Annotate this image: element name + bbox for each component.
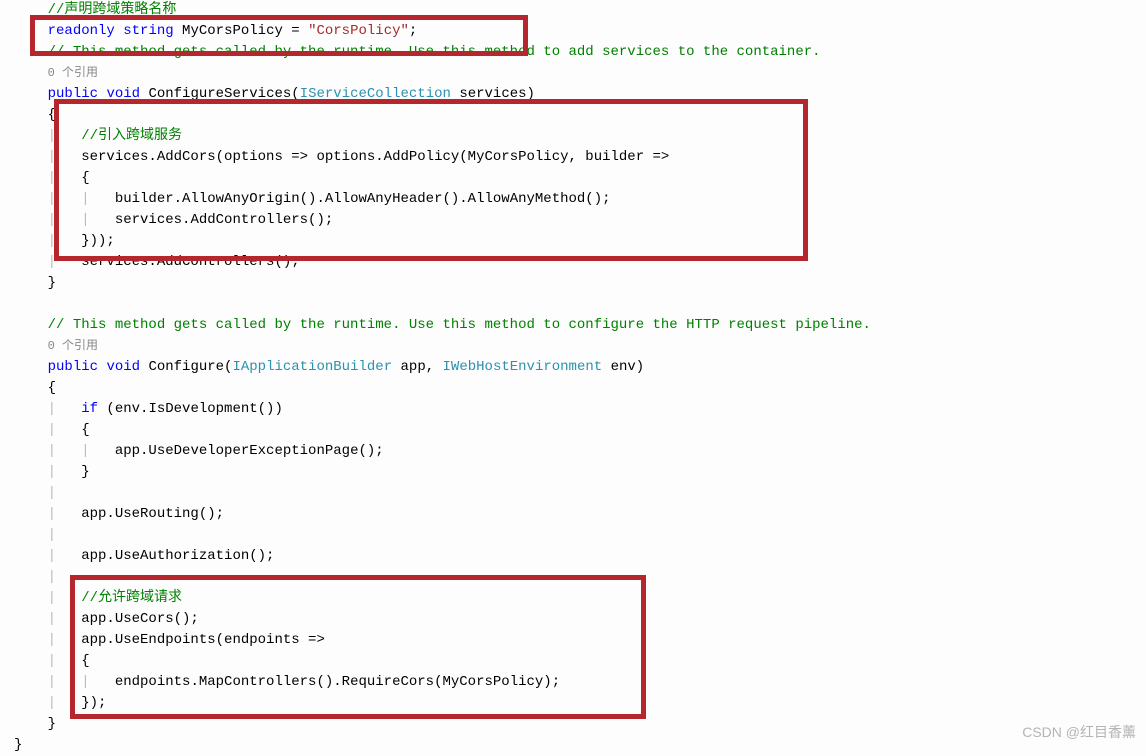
code-text: }); bbox=[81, 695, 106, 711]
string: "CorsPolicy" bbox=[308, 23, 409, 39]
code-viewer: //声明跨域策略名称 readonly string MyCorsPolicy … bbox=[0, 0, 1146, 756]
brace: { bbox=[81, 422, 89, 438]
code-text: app.UseDeveloperExceptionPage(); bbox=[115, 443, 384, 459]
code-text: services.AddCors(options => options.AddP… bbox=[81, 149, 669, 165]
code-text: app.UseRouting(); bbox=[81, 506, 224, 522]
code-text: endpoints.MapControllers().RequireCors(M… bbox=[115, 674, 560, 690]
code-text: MyCorsPolicy = bbox=[174, 23, 308, 39]
comment: // This method gets called by the runtim… bbox=[48, 44, 821, 60]
brace: { bbox=[81, 653, 89, 669]
code-text: services) bbox=[451, 86, 535, 102]
code-text: ConfigureServices( bbox=[140, 86, 300, 102]
code-text: Configure( bbox=[140, 359, 232, 375]
keyword: if bbox=[81, 401, 98, 417]
brace: } bbox=[81, 464, 89, 480]
comment: // This method gets called by the runtim… bbox=[48, 317, 871, 333]
brace: { bbox=[48, 107, 56, 123]
code-text: app.UseEndpoints(endpoints => bbox=[81, 632, 325, 648]
type: IServiceCollection bbox=[300, 86, 451, 102]
code-text: (env.IsDevelopment()) bbox=[98, 401, 283, 417]
code-text: app, bbox=[392, 359, 442, 375]
keyword: public bbox=[48, 86, 98, 102]
type: IApplicationBuilder bbox=[232, 359, 392, 375]
code-text: env) bbox=[602, 359, 644, 375]
watermark: CSDN @红目香薰 bbox=[1022, 722, 1136, 743]
code-text: builder.AllowAnyOrigin().AllowAnyHeader(… bbox=[115, 191, 611, 207]
comment: //允许跨域请求 bbox=[81, 590, 182, 606]
code-text: ; bbox=[409, 23, 417, 39]
reference-count: 0 个引用 bbox=[48, 66, 98, 80]
reference-count: 0 个引用 bbox=[48, 339, 98, 353]
type: IWebHostEnvironment bbox=[443, 359, 603, 375]
brace: } bbox=[14, 737, 22, 753]
code-text: app.UseCors(); bbox=[81, 611, 199, 627]
code-text: app.UseAuthorization(); bbox=[81, 548, 274, 564]
brace: { bbox=[48, 380, 56, 396]
brace: { bbox=[81, 170, 89, 186]
brace: } bbox=[48, 275, 56, 291]
code-text: services.AddControllers(); bbox=[81, 254, 299, 270]
brace: } bbox=[48, 716, 56, 732]
keyword: void bbox=[106, 86, 140, 102]
keyword: void bbox=[106, 359, 140, 375]
keyword: readonly bbox=[48, 23, 115, 39]
keyword: public bbox=[48, 359, 98, 375]
comment: //声明跨域策略名称 bbox=[48, 2, 177, 18]
code-text: services.AddControllers(); bbox=[115, 212, 333, 228]
code-text: })); bbox=[81, 233, 115, 249]
code-block: //声明跨域策略名称 readonly string MyCorsPolicy … bbox=[14, 0, 1146, 756]
comment: //引入跨域服务 bbox=[81, 128, 182, 144]
keyword: string bbox=[123, 23, 173, 39]
